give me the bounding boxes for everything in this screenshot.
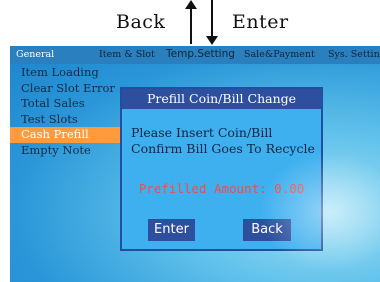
machine-screen: General Item & Slot Temp.Setting Sale&Pa… xyxy=(10,46,380,282)
prefill-dialog: Prefill Coin/Bill Change Please Insert C… xyxy=(120,87,323,251)
sidebar-item-cash-prefill[interactable]: Cash Prefill xyxy=(10,127,120,143)
sidebar-item-clear-slot-error[interactable]: Clear Slot Error xyxy=(10,81,120,97)
tab-sys-setting[interactable]: Sys. Setting xyxy=(328,49,380,60)
tab-item-slot[interactable]: Item & Slot xyxy=(99,49,155,60)
sidebar-item-total-sales[interactable]: Total Sales xyxy=(10,96,120,112)
enter-hint-label: Enter xyxy=(232,11,289,33)
sidebar-item-test-slots[interactable]: Test Slots xyxy=(10,112,120,128)
sidebar-item-empty-note[interactable]: Empty Note xyxy=(10,143,120,159)
top-menu-bar: General Item & Slot Temp.Setting Sale&Pa… xyxy=(10,46,380,64)
dialog-title: Prefill Coin/Bill Change xyxy=(122,89,321,109)
back-hint-label: Back xyxy=(116,11,166,33)
dialog-message-line-1: Please Insert Coin/Bill xyxy=(131,125,273,140)
side-menu: Item Loading Clear Slot Error Total Sale… xyxy=(10,65,120,158)
prefilled-amount: Prefilled Amount: 0.00 xyxy=(138,181,305,196)
tab-general[interactable]: General xyxy=(16,49,54,60)
dialog-message-line-2: Confirm Bill Goes To Recycle xyxy=(131,140,315,156)
sidebar-item-item-loading[interactable]: Item Loading xyxy=(10,65,120,81)
hint-strip: Back Enter xyxy=(0,0,380,46)
back-button[interactable]: Back xyxy=(243,219,291,241)
up-arrow-icon xyxy=(185,0,197,44)
tab-sale-payment[interactable]: Sale&Payment xyxy=(244,49,315,60)
tab-temp-setting[interactable]: Temp.Setting xyxy=(166,48,235,60)
down-arrow-icon xyxy=(206,0,218,45)
dialog-message: Please Insert Coin/Bill Confirm Bill Goe… xyxy=(131,125,315,156)
enter-button[interactable]: Enter xyxy=(148,219,195,241)
